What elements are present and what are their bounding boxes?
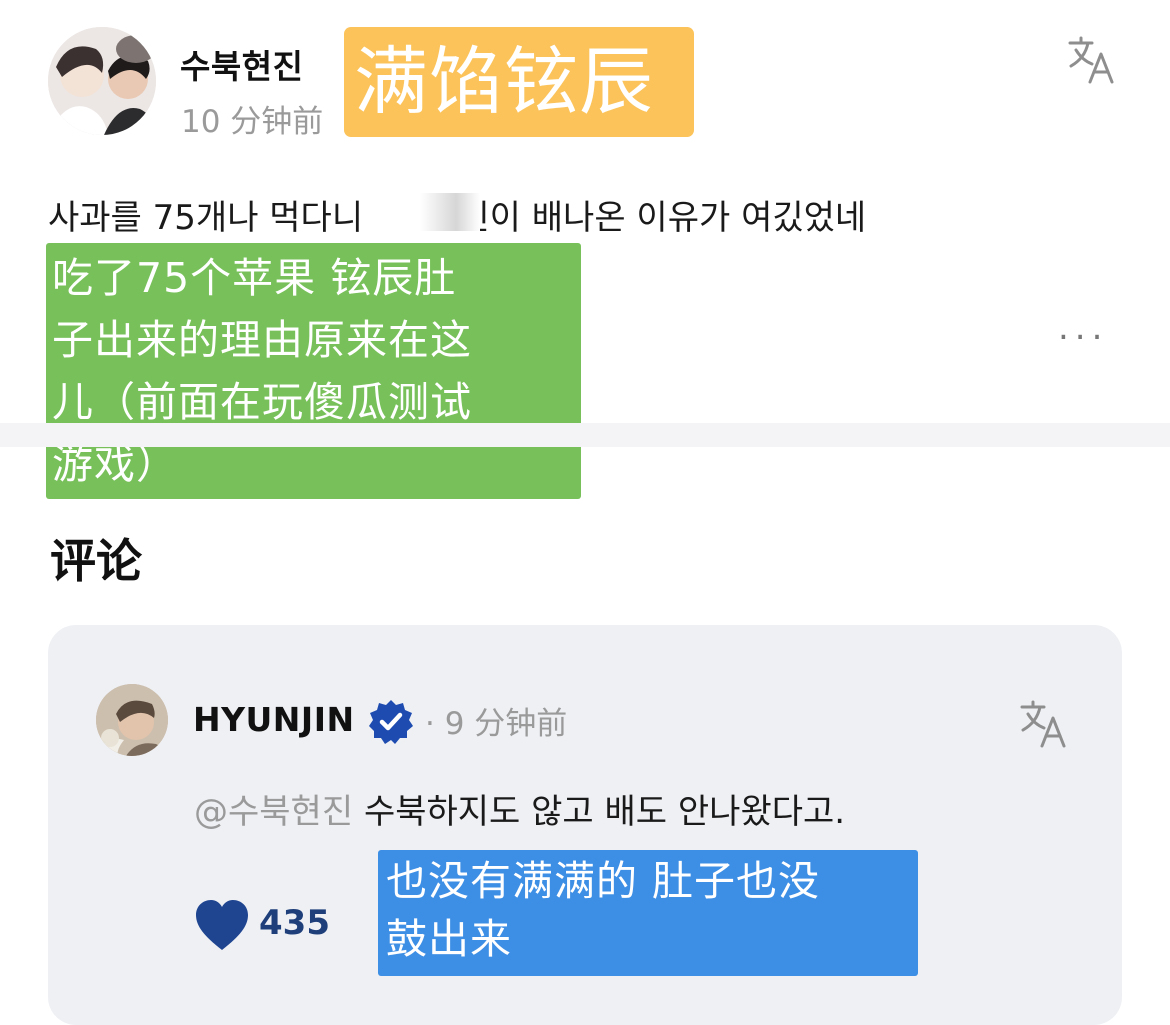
title-translation-overlay: 满馅铉辰 <box>344 27 694 137</box>
comment-translation-line: 鼓出来 <box>386 915 512 963</box>
comments-heading: 评论 <box>50 534 142 588</box>
comment-author-avatar[interactable] <box>96 684 168 756</box>
comment-body: 수북하지도 않고 배도 안나왔다고. <box>363 792 846 832</box>
post-text-part-2: 현진이 배나온 이유가 여깄었네 <box>427 198 867 238</box>
comment-username[interactable]: HYUNJIN <box>193 700 355 739</box>
like-count: 435 <box>259 903 330 943</box>
more-options-icon[interactable]: ... <box>1058 308 1108 348</box>
blurred-emoji <box>420 193 480 231</box>
verified-badge-icon <box>367 698 415 746</box>
section-divider <box>0 423 1170 447</box>
comment-translation-overlay: 也没有满满的 肚子也没 鼓出来 <box>378 850 918 976</box>
comment-text: @수북현진 수북하지도 않고 배도 안나왔다고. <box>194 784 845 833</box>
comment-translation-line: 也没有满满的 肚子也没 <box>386 857 821 905</box>
heart-icon[interactable] <box>194 898 250 952</box>
post-username[interactable]: 수북현진 <box>180 40 303 88</box>
comment-mention[interactable]: @수북현진 <box>194 792 353 832</box>
post-translation-overlay: 吃了75个苹果 铉辰肚 子出来的理由原来在这 儿（前面在玩傻瓜测试 游戏） <box>46 243 581 499</box>
post-translation-line: 子出来的理由原来在这 <box>52 316 472 364</box>
post-translation-line: 吃了75个苹果 铉辰肚 <box>52 254 457 302</box>
post-author-avatar[interactable] <box>48 27 156 135</box>
post-timestamp: 10 分钟前 <box>181 104 324 140</box>
comment-translate-icon[interactable] <box>1018 698 1070 750</box>
translate-icon[interactable] <box>1066 34 1118 86</box>
comment-timestamp: · 9 分钟前 <box>425 706 568 742</box>
post-text-part-1: 사과를 75개나 먹다니 <box>48 198 364 238</box>
